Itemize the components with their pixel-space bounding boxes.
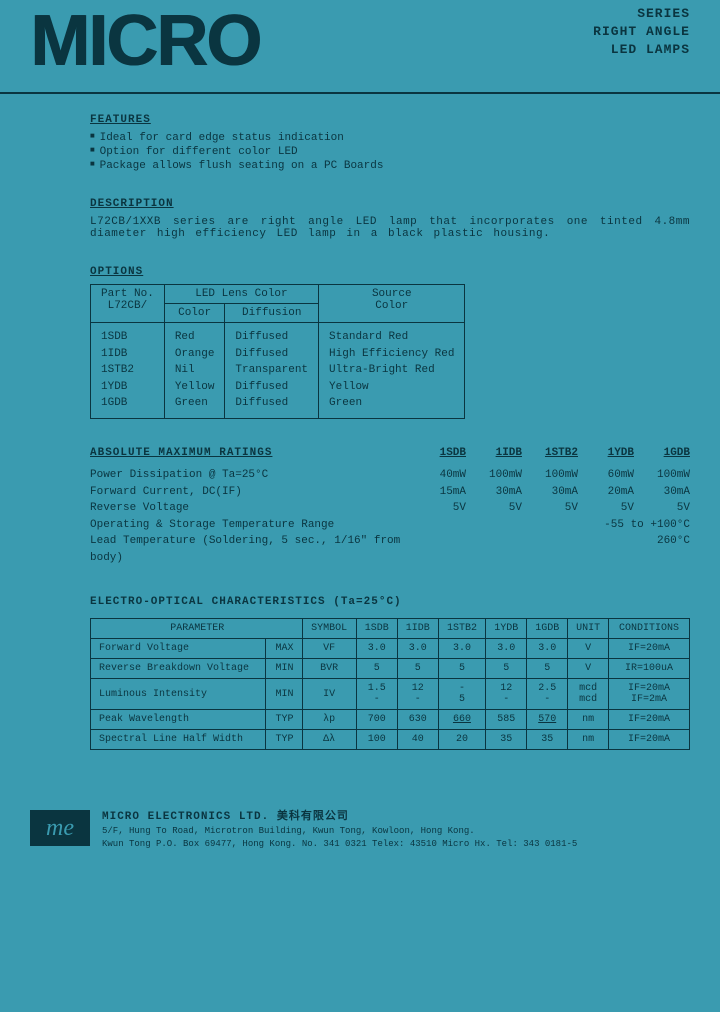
footer: me MICRO ELECTRONICS LTD. 美科有限公司 5/F, Hu… bbox=[0, 800, 720, 861]
eo-th-col: 1GDB bbox=[527, 619, 568, 639]
eo-row: Luminous Intensity MIN IV 1.5 - 12 - - 5… bbox=[91, 679, 690, 710]
features-list: Ideal for card edge status indication Op… bbox=[90, 132, 690, 172]
product-label: RIGHT ANGLE LED LAMPS bbox=[593, 23, 690, 59]
ratings-label: Reverse Voltage bbox=[90, 500, 410, 517]
options-th-color: Color bbox=[164, 304, 225, 323]
options-th-lens: LED Lens Color bbox=[164, 285, 318, 304]
datasheet-page: MICRO SERIES RIGHT ANGLE LED LAMPS FEATU… bbox=[0, 0, 720, 1012]
eo-row: Reverse Breakdown Voltage MIN BVR 5 5 5 … bbox=[91, 659, 690, 679]
features-section: FEATURES Ideal for card edge status indi… bbox=[90, 114, 690, 172]
options-section: OPTIONS Part No. L72CB/ LED Lens Color S… bbox=[90, 266, 690, 419]
options-colors: Red Orange Nil Yellow Green bbox=[164, 323, 225, 419]
ratings-col: 1GDB bbox=[634, 445, 690, 468]
eo-th-param: PARAMETER bbox=[91, 619, 303, 639]
eo-th-col: 1IDB bbox=[397, 619, 438, 639]
eo-row: Forward Voltage MAX VF 3.0 3.0 3.0 3.0 3… bbox=[91, 639, 690, 659]
eo-th-col: 1SDB bbox=[356, 619, 397, 639]
ratings-label: Forward Current, DC(IF) bbox=[90, 484, 410, 501]
ratings-label: Lead Temperature (Soldering, 5 sec., 1/1… bbox=[90, 533, 410, 566]
footer-logo-icon: me bbox=[30, 810, 90, 846]
feature-item: Option for different color LED bbox=[90, 146, 690, 158]
options-th-source: Source Color bbox=[319, 285, 465, 323]
eo-title: ELECTRO-OPTICAL CHARACTERISTICS (Ta=25°C… bbox=[90, 596, 690, 608]
header-product-title: SERIES RIGHT ANGLE LED LAMPS bbox=[593, 5, 690, 60]
ratings-col: 1IDB bbox=[466, 445, 522, 468]
ratings-col: 1STB2 bbox=[522, 445, 578, 468]
ratings-label: Power Dissipation @ Ta=25°C bbox=[90, 467, 410, 484]
feature-item: Ideal for card edge status indication bbox=[90, 132, 690, 144]
header: MICRO SERIES RIGHT ANGLE LED LAMPS bbox=[0, 0, 720, 94]
options-th-diff: Diffusion bbox=[225, 304, 319, 323]
options-source: Standard Red High Efficiency Red Ultra-B… bbox=[319, 323, 465, 419]
series-label: SERIES bbox=[593, 5, 690, 23]
eo-th-unit: UNIT bbox=[568, 619, 609, 639]
options-th-part: Part No. L72CB/ bbox=[91, 285, 165, 323]
eo-th-symbol: SYMBOL bbox=[302, 619, 356, 639]
eo-table: PARAMETER SYMBOL 1SDB 1IDB 1STB2 1YDB 1G… bbox=[90, 618, 690, 750]
content-area: FEATURES Ideal for card edge status indi… bbox=[0, 94, 720, 760]
eo-row: Spectral Line Half Width TYP Δλ 100 40 2… bbox=[91, 730, 690, 750]
eo-th-cond: CONDITIONS bbox=[609, 619, 690, 639]
footer-address: Kwun Tong P.O. Box 69477, Hong Kong. No.… bbox=[102, 838, 577, 851]
eo-th-col: 1STB2 bbox=[438, 619, 486, 639]
options-parts: 1SDB 1IDB 1STB2 1YDB 1GDB bbox=[91, 323, 165, 419]
eo-row: Peak Wavelength TYP λp 700 630 660 585 5… bbox=[91, 710, 690, 730]
footer-company: MICRO ELECTRONICS LTD. 美科有限公司 bbox=[102, 810, 577, 825]
description-text: L72CB/1XXB series are right angle LED la… bbox=[90, 216, 690, 240]
description-section: DESCRIPTION L72CB/1XXB series are right … bbox=[90, 198, 690, 240]
options-table: Part No. L72CB/ LED Lens Color Source Co… bbox=[90, 284, 465, 419]
brand-logo: MICRO bbox=[30, 0, 260, 82]
footer-address: 5/F, Hung To Road, Microtron Building, K… bbox=[102, 825, 577, 838]
ratings-title: ABSOLUTE MAXIMUM RATINGS bbox=[90, 445, 410, 462]
options-diffusion: Diffused Diffused Transparent Diffused D… bbox=[225, 323, 319, 419]
footer-text: MICRO ELECTRONICS LTD. 美科有限公司 5/F, Hung … bbox=[102, 810, 577, 851]
eo-section: ELECTRO-OPTICAL CHARACTERISTICS (Ta=25°C… bbox=[90, 596, 690, 750]
ratings-section: ABSOLUTE MAXIMUM RATINGS 1SDB 1IDB 1STB2… bbox=[90, 445, 690, 567]
eo-th-col: 1YDB bbox=[486, 619, 527, 639]
ratings-col: 1SDB bbox=[410, 445, 466, 468]
ratings-label: Operating & Storage Temperature Range bbox=[90, 517, 410, 534]
options-title: OPTIONS bbox=[90, 266, 690, 278]
features-title: FEATURES bbox=[90, 114, 690, 126]
ratings-col: 1YDB bbox=[578, 445, 634, 468]
description-title: DESCRIPTION bbox=[90, 198, 690, 210]
feature-item: Package allows flush seating on a PC Boa… bbox=[90, 160, 690, 172]
